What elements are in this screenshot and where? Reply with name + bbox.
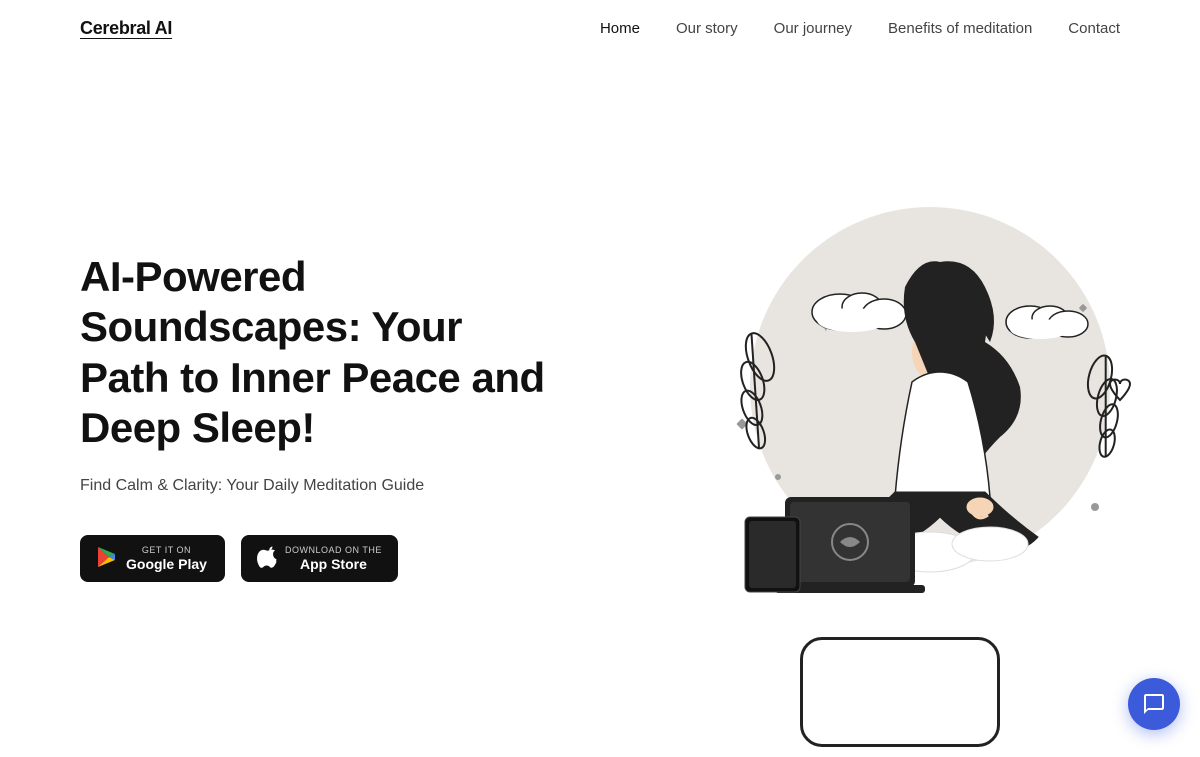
hero-title: AI-Powered Soundscapes: Your Path to Inn… [80, 252, 560, 454]
app-store-sublabel: Download on the [285, 545, 382, 555]
google-play-sublabel: GET IT ON [126, 545, 207, 555]
hero-text: AI-Powered Soundscapes: Your Path to Inn… [80, 252, 560, 582]
nav-item-our-journey[interactable]: Our journey [774, 20, 852, 37]
phone-bottom [800, 637, 1000, 757]
hero-subtitle: Find Calm & Clarity: Your Daily Meditati… [80, 473, 560, 499]
app-store-text: Download on the App Store [285, 545, 382, 572]
nav-item-contact[interactable]: Contact [1068, 20, 1120, 37]
app-store-button[interactable]: Download on the App Store [241, 535, 398, 582]
meditation-illustration: ✦ ✦ [630, 157, 1190, 637]
nav-item-our-story[interactable]: Our story [676, 20, 738, 37]
phone-frame [800, 637, 1000, 747]
google-play-button[interactable]: GET IT ON Google Play [80, 535, 225, 582]
nav-links: Home Our story Our journey Benefits of m… [600, 20, 1120, 38]
app-store-label: App Store [285, 556, 382, 572]
google-play-label: Google Play [126, 556, 207, 572]
chat-icon [1142, 692, 1166, 716]
google-play-text: GET IT ON Google Play [126, 545, 207, 572]
navigation: Cerebral AI Home Our story Our journey B… [0, 0, 1200, 57]
apple-icon [257, 546, 277, 572]
chat-bubble-button[interactable] [1128, 678, 1180, 730]
logo[interactable]: Cerebral AI [80, 18, 172, 39]
hero-section: AI-Powered Soundscapes: Your Path to Inn… [0, 57, 1200, 737]
nav-item-home[interactable]: Home [600, 20, 640, 37]
store-buttons: GET IT ON Google Play Download on the Ap… [80, 535, 560, 582]
nav-item-benefits[interactable]: Benefits of meditation [888, 20, 1032, 37]
hero-illustration: ✦ ✦ [620, 57, 1200, 737]
google-play-icon [96, 546, 118, 572]
